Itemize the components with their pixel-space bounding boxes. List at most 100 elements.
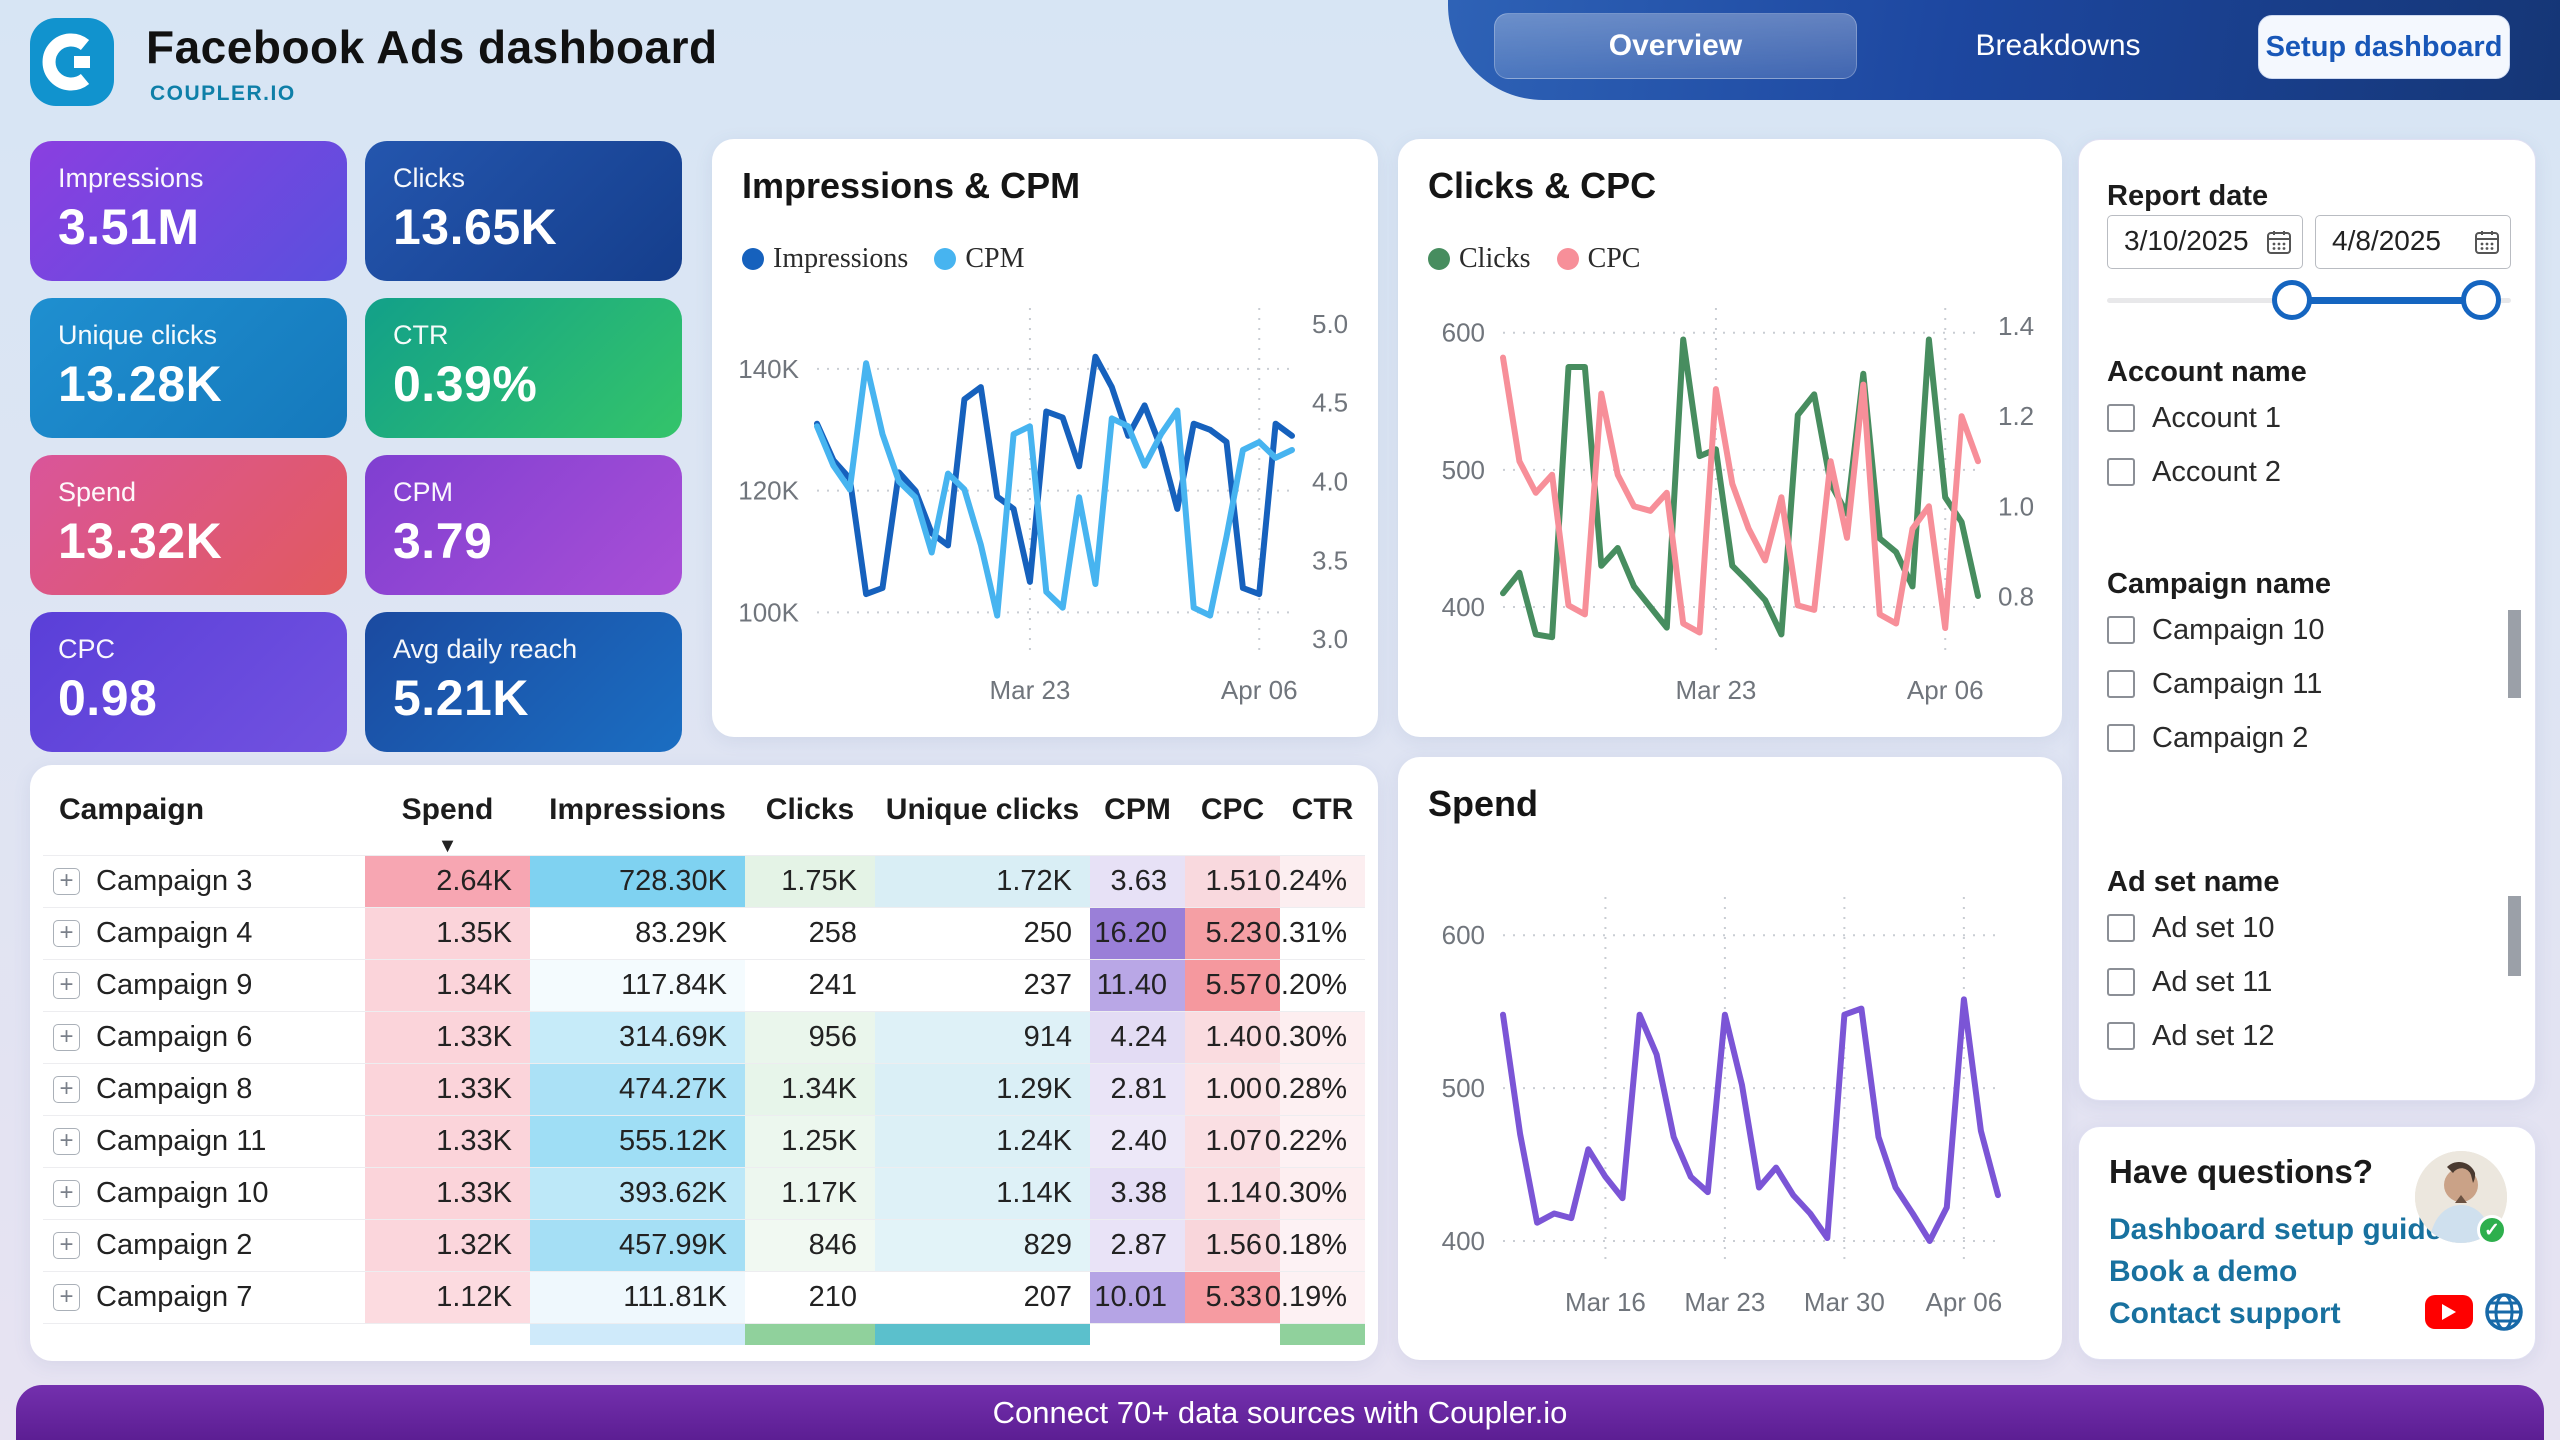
expand-row-icon[interactable]: +	[53, 1232, 80, 1259]
report-date-label: Report date	[2107, 180, 2268, 213]
legend-clicks: Clicks	[1428, 243, 1531, 275]
table-cell: 2.40	[1090, 1116, 1185, 1167]
table-cell: 474.27K	[530, 1064, 745, 1115]
table-cell: 1.34K	[365, 960, 530, 1011]
table-cell: 0.22%	[1280, 1116, 1365, 1167]
svg-text:600: 600	[1442, 318, 1485, 348]
end-date-field[interactable]	[2315, 215, 2511, 269]
campaign-name: Campaign 3	[96, 865, 252, 898]
svg-text:4.0: 4.0	[1312, 467, 1348, 497]
table-cell: 1.75K	[745, 856, 875, 907]
slider-handle-end[interactable]	[2461, 280, 2501, 320]
expand-row-icon[interactable]: +	[53, 1284, 80, 1311]
table-cell: 1.35K	[365, 908, 530, 959]
table-cell: 1.32K	[365, 1220, 530, 1271]
column-header-cpm[interactable]: CPM	[1090, 793, 1185, 827]
svg-text:Apr 06: Apr 06	[1907, 675, 1984, 705]
column-header-unique-clicks[interactable]: Unique clicks	[875, 793, 1090, 827]
book-a-demo-link[interactable]: Book a demo	[2109, 1255, 2297, 1289]
start-date-input[interactable]	[2124, 216, 2264, 266]
setup-dashboard-button[interactable]: Setup dashboard	[2258, 15, 2510, 79]
kpi-card-unique-clicks: Unique clicks13.28K	[30, 298, 347, 438]
dashboard-setup-guide-link[interactable]: Dashboard setup guide	[2109, 1213, 2442, 1247]
checkbox-icon[interactable]	[2107, 616, 2135, 644]
table-cell: 0.30%	[1280, 1168, 1365, 1219]
column-header-ctr[interactable]: CTR	[1280, 793, 1365, 827]
svg-text:Mar 23: Mar 23	[1684, 1287, 1765, 1317]
start-date-field[interactable]	[2107, 215, 2303, 269]
legend-cpc: CPC	[1557, 243, 1641, 275]
end-date-input[interactable]	[2332, 216, 2472, 266]
table-row: +Campaign 111.33K555.12K1.25K1.24K2.401.…	[43, 1115, 1365, 1167]
kpi-card-clicks: Clicks13.65K	[365, 141, 682, 281]
filter-option-ad-set-12[interactable]: Ad set 12	[2107, 1016, 2535, 1056]
checkbox-icon[interactable]	[2107, 1022, 2135, 1050]
tab-overview[interactable]: Overview	[1494, 13, 1857, 79]
promo-banner[interactable]: Connect 70+ data sources with Coupler.io	[16, 1385, 2544, 1440]
filter-option-campaign-2[interactable]: Campaign 2	[2107, 718, 2535, 758]
column-header-clicks[interactable]: Clicks	[745, 793, 875, 827]
filter-option-ad-set-11[interactable]: Ad set 11	[2107, 962, 2535, 1002]
table-cell: 0.30%	[1280, 1012, 1365, 1063]
campaign-list-scrollbar[interactable]	[2508, 610, 2521, 698]
kpi-label: Spend	[58, 477, 319, 508]
table-row: +Campaign 81.33K474.27K1.34K1.29K2.811.0…	[43, 1063, 1365, 1115]
filter-option-campaign-11[interactable]: Campaign 11	[2107, 664, 2535, 704]
calendar-icon[interactable]	[2266, 229, 2292, 255]
svg-text:140K: 140K	[738, 354, 799, 384]
svg-text:Apr 06: Apr 06	[1926, 1287, 2003, 1317]
table-cell: 914	[875, 1012, 1090, 1063]
campaign-options: Campaign 10 Campaign 11 Campaign 2	[2079, 610, 2535, 772]
checkbox-label: Account 1	[2152, 402, 2281, 435]
have-questions-card: Have questions? Dashboard setup guide Bo…	[2078, 1126, 2536, 1360]
checkbox-icon[interactable]	[2107, 724, 2135, 752]
chart-title: Spend	[1428, 783, 1538, 825]
expand-row-icon[interactable]: +	[53, 972, 80, 999]
calendar-icon[interactable]	[2474, 229, 2500, 255]
adset-list-scrollbar[interactable]	[2508, 896, 2521, 976]
expand-row-icon[interactable]: +	[53, 920, 80, 947]
filter-option-account-1[interactable]: Account 1	[2107, 398, 2535, 438]
table-cell: 4.24	[1090, 1012, 1185, 1063]
table-cell: 111.81K	[530, 1272, 745, 1323]
kpi-label: CPM	[393, 477, 654, 508]
checkbox-icon[interactable]	[2107, 458, 2135, 486]
checkbox-label: Ad set 11	[2152, 966, 2272, 999]
column-header-campaign[interactable]: Campaign	[43, 793, 365, 827]
column-header-spend[interactable]: Spend▼	[365, 793, 530, 858]
expand-row-icon[interactable]: +	[53, 868, 80, 895]
table-cell: 1.33K	[365, 1012, 530, 1063]
kpi-label: Avg daily reach	[393, 634, 654, 665]
kpi-grid: Impressions3.51MClicks13.65KUnique click…	[30, 141, 682, 752]
campaign-name: Campaign 8	[96, 1073, 252, 1106]
filter-option-ad-set-10[interactable]: Ad set 10	[2107, 908, 2535, 948]
checkbox-icon[interactable]	[2107, 404, 2135, 432]
table-cell: 393.62K	[530, 1168, 745, 1219]
column-header-impressions[interactable]: Impressions	[530, 793, 745, 827]
globe-icon[interactable]	[2483, 1291, 2525, 1333]
tab-breakdowns[interactable]: Breakdowns	[1938, 13, 2178, 79]
campaign-name: Campaign 2	[96, 1229, 252, 1262]
column-header-cpc[interactable]: CPC	[1185, 793, 1280, 827]
slider-handle-start[interactable]	[2272, 280, 2312, 320]
table-row-partial	[43, 1323, 1365, 1345]
table-cell: 1.34K	[745, 1064, 875, 1115]
checkbox-icon[interactable]	[2107, 914, 2135, 942]
svg-text:400: 400	[1442, 1226, 1485, 1256]
filter-option-campaign-10[interactable]: Campaign 10	[2107, 610, 2535, 650]
kpi-value: 3.51M	[58, 198, 319, 256]
contact-support-link[interactable]: Contact support	[2109, 1297, 2341, 1331]
expand-row-icon[interactable]: +	[53, 1180, 80, 1207]
kpi-value: 13.32K	[58, 512, 319, 570]
filter-option-account-2[interactable]: Account 2	[2107, 452, 2535, 492]
svg-text:1.2: 1.2	[1998, 401, 2034, 431]
expand-row-icon[interactable]: +	[53, 1024, 80, 1051]
expand-row-icon[interactable]: +	[53, 1128, 80, 1155]
expand-row-icon[interactable]: +	[53, 1076, 80, 1103]
svg-text:0.8: 0.8	[1998, 581, 2034, 611]
checkbox-icon[interactable]	[2107, 968, 2135, 996]
checkbox-icon[interactable]	[2107, 670, 2135, 698]
chart-title: Impressions & CPM	[742, 165, 1080, 207]
youtube-icon[interactable]	[2425, 1295, 2473, 1329]
kpi-value: 0.39%	[393, 355, 654, 413]
